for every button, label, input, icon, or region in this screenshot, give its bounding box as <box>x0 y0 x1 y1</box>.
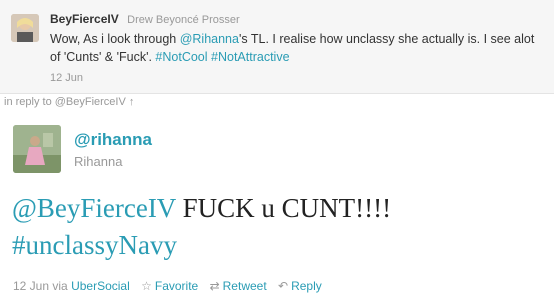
mention-link[interactable]: @BeyFierceIV <box>12 193 176 223</box>
quoted-tweet: BeyFierceIV Drew Beyoncé Prosser Wow, As… <box>0 0 554 94</box>
retweet-button[interactable]: ⇄ Retweet <box>210 279 270 293</box>
tweet-avatar[interactable] <box>13 125 61 173</box>
up-arrow-icon: ↑ <box>128 96 135 108</box>
quoted-text-part: Wow, As i look through <box>50 32 180 46</box>
quoted-avatar[interactable] <box>11 14 39 42</box>
retweet-icon: ⇄ <box>209 279 220 293</box>
reply-label: Reply <box>291 279 322 293</box>
hashtag-link[interactable]: #unclassyNavy <box>12 230 177 260</box>
in-reply-to-label: in reply to @BeyFierceIV <box>4 96 126 108</box>
hashtag-link[interactable]: #NotAttractive <box>211 50 290 64</box>
in-reply-to[interactable]: in reply to @BeyFierceIV ↑ <box>4 96 134 108</box>
tweet-body: FUCK u CUNT!!!! <box>175 193 392 223</box>
avatar-image-icon <box>11 14 39 42</box>
tweet-timestamp[interactable]: 12 Jun <box>13 279 49 293</box>
tweet-fullname: Rihanna <box>74 154 123 169</box>
quoted-header: BeyFierceIV Drew Beyoncé Prosser <box>50 10 240 28</box>
quoted-text: Wow, As i look through @Rihanna's TL. I … <box>50 30 546 66</box>
avatar-image-icon <box>13 125 61 173</box>
star-icon: ☆ <box>141 279 152 293</box>
favorite-button[interactable]: ☆ Favorite <box>141 279 201 293</box>
tweet-username[interactable]: @rihanna <box>74 130 152 150</box>
tweet-text: @BeyFierceIV FUCK u CUNT!!!! #unclassyNa… <box>12 190 542 264</box>
favorite-label: Favorite <box>154 279 199 293</box>
quoted-timestamp[interactable]: 12 Jun <box>50 72 83 84</box>
tweet-footer: 12 Jun via UberSocial ☆ Favorite ⇄ Retweet… <box>13 279 322 293</box>
via-app-link[interactable]: UberSocial <box>71 279 130 293</box>
hashtag-link[interactable]: #NotCool <box>155 50 207 64</box>
quoted-username[interactable]: BeyFierceIV <box>50 12 119 26</box>
reply-arrow-icon: ↶ <box>278 279 289 293</box>
mention-link[interactable]: @Rihanna <box>180 32 239 46</box>
reply-button[interactable]: ↶ Reply <box>278 279 322 293</box>
quoted-fullname: Drew Beyoncé Prosser <box>127 14 240 26</box>
via-label: via <box>52 279 68 293</box>
retweet-label: Retweet <box>222 279 267 293</box>
